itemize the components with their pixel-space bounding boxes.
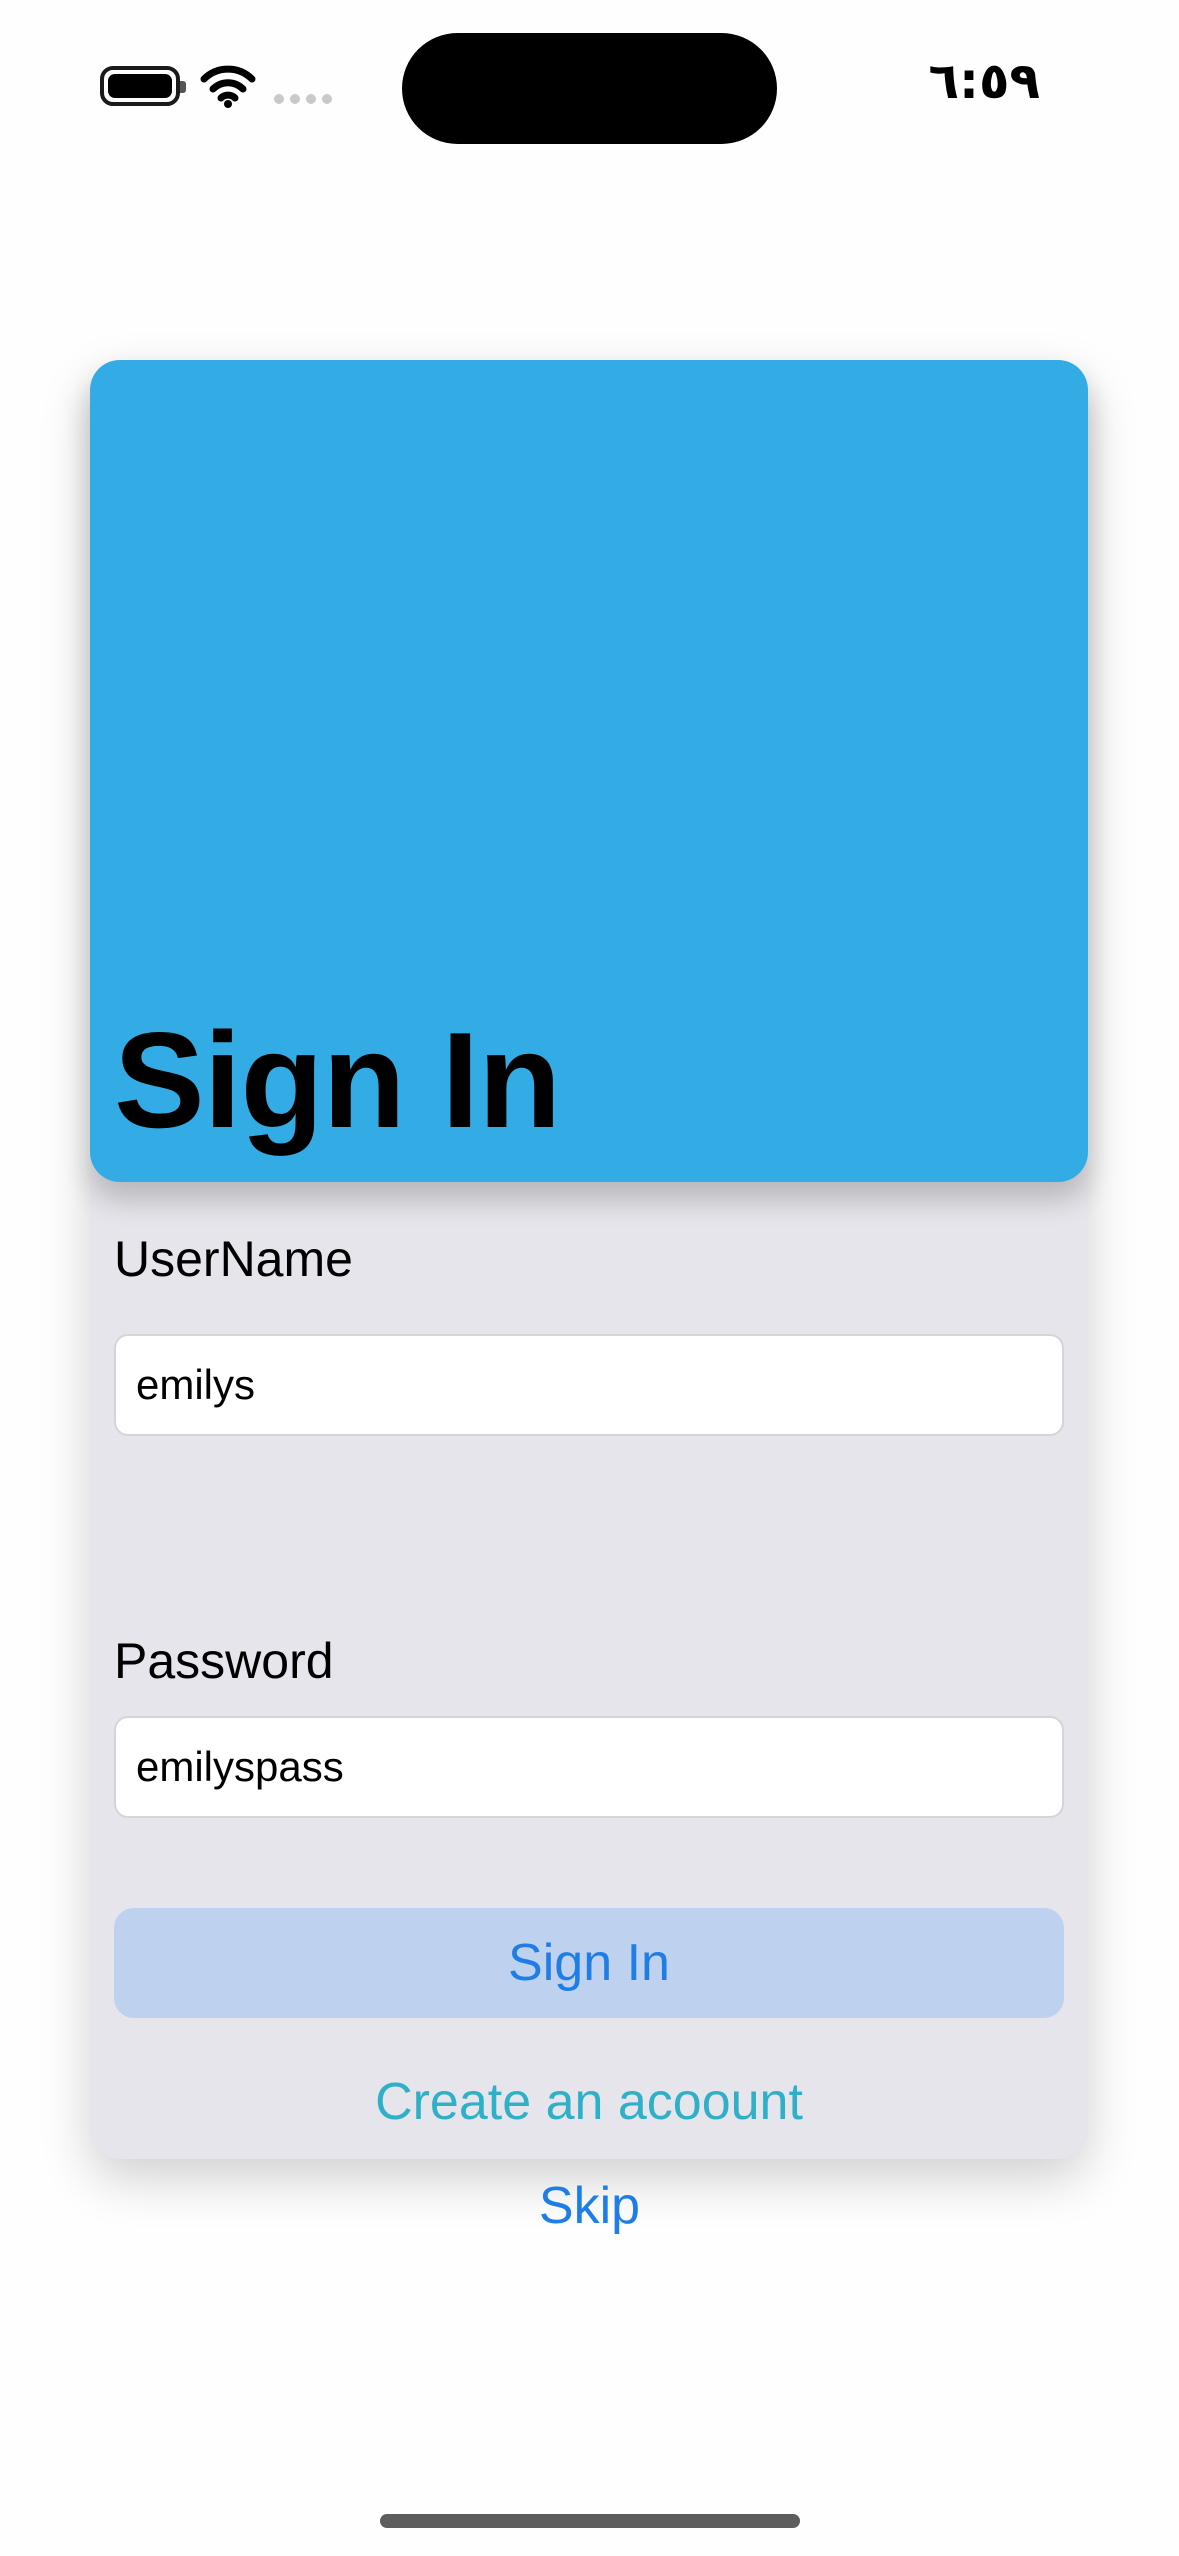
sign-in-screen: ٦:٥٩ Sign In UserName Password Sign In C… (0, 0, 1179, 2556)
card-header: Sign In (90, 360, 1088, 1182)
status-time: ٦:٥٩ (928, 52, 1040, 110)
password-label: Password (114, 1633, 334, 1689)
status-bar: ٦:٥٩ (0, 0, 1179, 150)
create-account-link[interactable]: Create an acoount (90, 2072, 1088, 2132)
sign-in-card: Sign In UserName Password Sign In Create… (90, 360, 1088, 2159)
skip-link[interactable]: Skip (0, 2176, 1179, 2236)
username-field[interactable] (114, 1334, 1064, 1436)
dynamic-island (402, 33, 777, 144)
wifi-icon (200, 65, 256, 108)
battery-full-icon (100, 66, 186, 106)
username-label: UserName (114, 1231, 353, 1287)
page-title: Sign In (114, 1004, 561, 1156)
home-indicator[interactable] (380, 2514, 800, 2528)
sign-in-button[interactable]: Sign In (114, 1908, 1064, 2018)
cellular-no-signal-icon (274, 94, 332, 104)
password-field[interactable] (114, 1716, 1064, 1818)
